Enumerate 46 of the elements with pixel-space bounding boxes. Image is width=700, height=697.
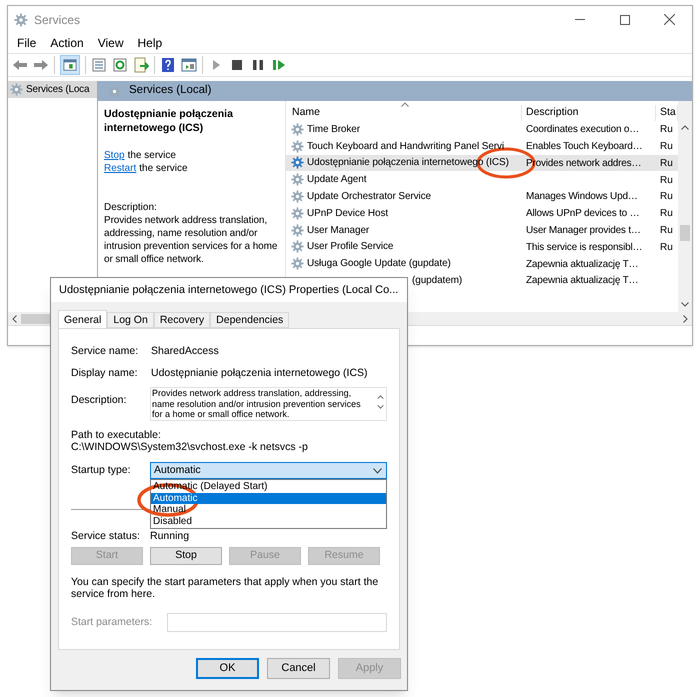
service-status: Ru	[660, 174, 673, 186]
service-status: Ru	[660, 140, 673, 152]
service-status: Ru	[660, 191, 673, 202]
field-label: Service name:	[71, 344, 140, 357]
service-description: This service is responsibl…	[526, 242, 642, 253]
service-description: User Manager provides t…	[526, 224, 641, 236]
service-name: User Manager	[307, 224, 370, 238]
field-label: Startup type:	[71, 462, 132, 478]
field-label: Path to executable:	[71, 429, 162, 441]
service-name: Time Broker	[307, 122, 360, 137]
service-status: Ru	[660, 242, 673, 253]
service-description: Coordinates execution o…	[526, 124, 640, 136]
service-status: Ru	[660, 208, 673, 220]
window-title: Services	[34, 12, 80, 28]
service-name: Update Agent	[307, 173, 366, 188]
path-value: C:\WINDOWS\System32\svchost.exe -k netsvcs -p	[71, 441, 309, 454]
service-description: Enables Touch Keyboard…	[526, 140, 642, 152]
service-status: Ru	[660, 124, 673, 136]
service-status-value: Running	[150, 529, 190, 542]
service-status: Ru	[660, 158, 673, 169]
description-label: Description:	[104, 201, 158, 214]
field-label: Start parameters:	[71, 614, 154, 630]
link-suffix: the service	[128, 149, 176, 162]
service-description: Zapewnia aktualizację T…	[526, 275, 638, 286]
dialog-title: Udostępnianie połączenia internetowego (ICS) Properties (Local Co...	[59, 282, 398, 298]
description-text: Provides network address translation, addressing, name resolution and/or intrusion prevention services for a home or small office network.	[104, 214, 278, 266]
service-name: Usługa Google Update (gupdate)	[307, 257, 451, 272]
service-name: Touch Keyboard and Handwriting Panel Servi	[307, 140, 504, 154]
field-label: Description:	[71, 393, 128, 408]
hint-text: You can specify the start parameters that apply when you start the service from here.	[71, 576, 380, 600]
service-status: Ru	[660, 224, 673, 236]
field-label: Service status:	[71, 529, 141, 542]
service-name: User Profile Service	[307, 240, 394, 254]
display-name-value: Udostępnianie połączenia internetowego (ICS)	[151, 366, 368, 379]
field-label: Display name:	[71, 366, 139, 379]
service-name: UPnP Device Host	[307, 206, 388, 221]
description-value: Provides network address translation, addressing, name resolution and/or intrusion prevention services for a home or small office network.	[151, 388, 362, 420]
service-description: Manages Windows Upd…	[526, 191, 638, 202]
service-description: Zapewnia aktualizację T…	[526, 258, 638, 270]
panel-title: Services (Local)	[129, 83, 212, 98]
service-title: Udostępnianie połączenia internetowego (ICS)	[104, 107, 234, 135]
service-name: Update Orchestrator Service	[307, 190, 432, 204]
service-name: (gupdatem)	[412, 274, 462, 288]
service-description: Allows UPnP devices to …	[526, 208, 640, 220]
link-suffix: the service	[139, 162, 188, 175]
service-name-value: SharedAccess	[151, 344, 219, 357]
